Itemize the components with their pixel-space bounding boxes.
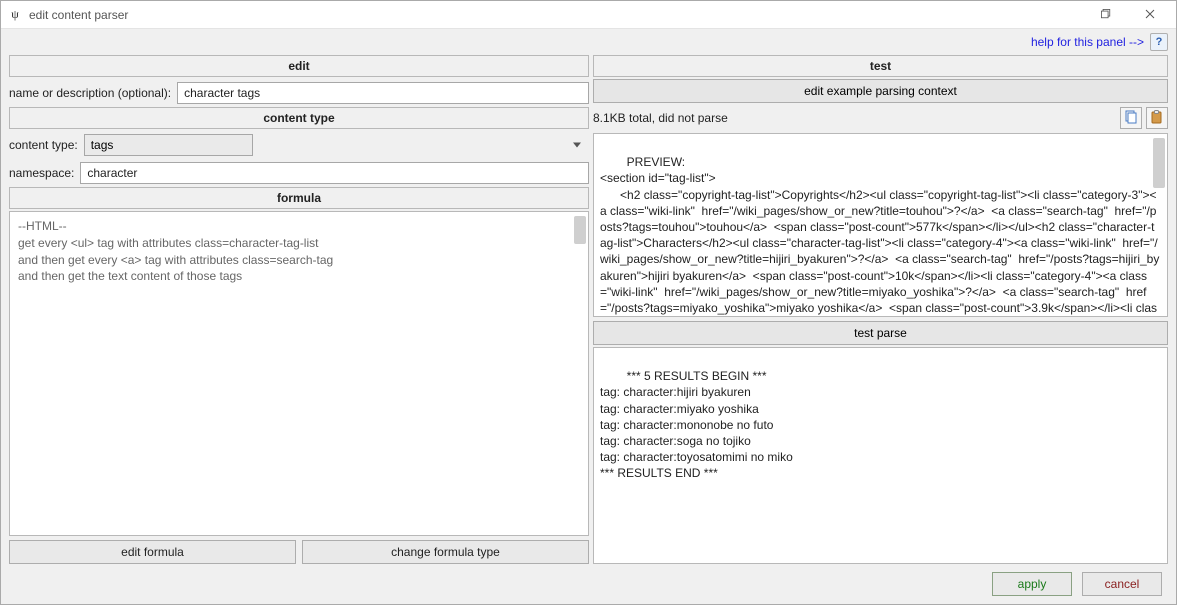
formula-display: --HTML-- get every <ul> tag with attribu… <box>9 211 589 536</box>
dialog-footer: apply cancel <box>1 570 1176 604</box>
content-type-select-wrap[interactable] <box>84 134 589 156</box>
namespace-label: namespace: <box>9 166 74 180</box>
name-label: name or description (optional): <box>9 86 171 100</box>
edit-header: edit <box>9 55 589 77</box>
apply-button[interactable]: apply <box>992 572 1072 596</box>
copy-button[interactable] <box>1120 107 1142 129</box>
results-text: *** 5 RESULTS BEGIN *** tag: character:h… <box>600 369 793 480</box>
name-row: name or description (optional): <box>9 82 589 104</box>
test-header: test <box>593 55 1168 77</box>
close-button[interactable] <box>1128 1 1172 29</box>
name-input[interactable] <box>177 82 589 104</box>
titlebar: ψ edit content parser <box>1 1 1176 29</box>
scrollbar-thumb[interactable] <box>574 216 586 244</box>
test-parse-button[interactable]: test parse <box>593 321 1168 345</box>
help-link[interactable]: help for this panel --> <box>1031 35 1144 49</box>
formula-header: formula <box>9 187 589 209</box>
content-type-label: content type: <box>9 138 78 152</box>
test-panel: test edit example parsing context 8.1KB … <box>593 55 1168 564</box>
cancel-button[interactable]: cancel <box>1082 572 1162 596</box>
edit-formula-button[interactable]: edit formula <box>9 540 296 564</box>
help-icon[interactable]: ? <box>1150 33 1168 51</box>
namespace-row: namespace: <box>9 162 589 184</box>
edit-context-button[interactable]: edit example parsing context <box>593 79 1168 103</box>
preview-box[interactable]: PREVIEW: <section id="tag-list"> <h2 cla… <box>593 133 1168 317</box>
formula-text: --HTML-- get every <ul> tag with attribu… <box>18 219 333 283</box>
restore-button[interactable] <box>1084 1 1128 29</box>
content-type-row: content type: <box>9 134 589 156</box>
close-icon <box>1145 8 1155 22</box>
change-formula-type-button[interactable]: change formula type <box>302 540 589 564</box>
edit-panel: edit name or description (optional): con… <box>9 55 589 564</box>
content-type-header: content type <box>9 107 589 129</box>
restore-icon <box>1101 8 1111 22</box>
results-box[interactable]: *** 5 RESULTS BEGIN *** tag: character:h… <box>593 347 1168 564</box>
dialog-body: edit name or description (optional): con… <box>1 55 1176 570</box>
preview-text: PREVIEW: <section id="tag-list"> <h2 cla… <box>600 155 1159 317</box>
copy-icon <box>1124 110 1138 127</box>
paste-button[interactable] <box>1146 107 1168 129</box>
status-text: 8.1KB total, did not parse <box>593 111 1116 125</box>
window-title: edit content parser <box>29 8 128 22</box>
scrollbar-thumb[interactable] <box>1153 138 1165 188</box>
paste-icon <box>1150 110 1164 127</box>
namespace-input[interactable] <box>80 162 589 184</box>
content-type-select[interactable] <box>84 134 253 156</box>
help-row: help for this panel --> ? <box>1 29 1176 55</box>
dialog-window: ψ edit content parser help for this pane… <box>0 0 1177 605</box>
status-row: 8.1KB total, did not parse <box>593 107 1168 129</box>
app-icon: ψ <box>7 7 23 23</box>
